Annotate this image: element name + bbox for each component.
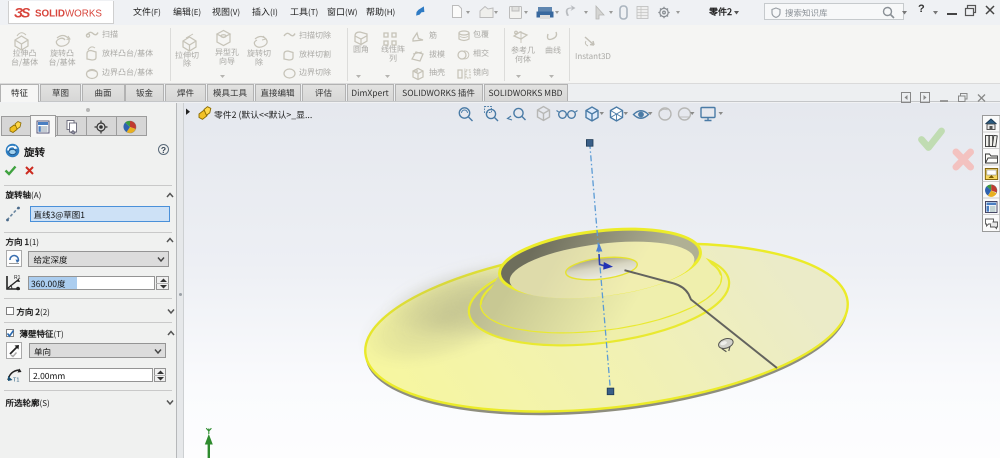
svg-text:R1: R1 [14,275,21,281]
svg-text:T1: T1 [13,377,19,383]
svg-text:零件2 (默认<<默认>_显...: 零件2 (默认<<默认>_显... [214,108,312,121]
